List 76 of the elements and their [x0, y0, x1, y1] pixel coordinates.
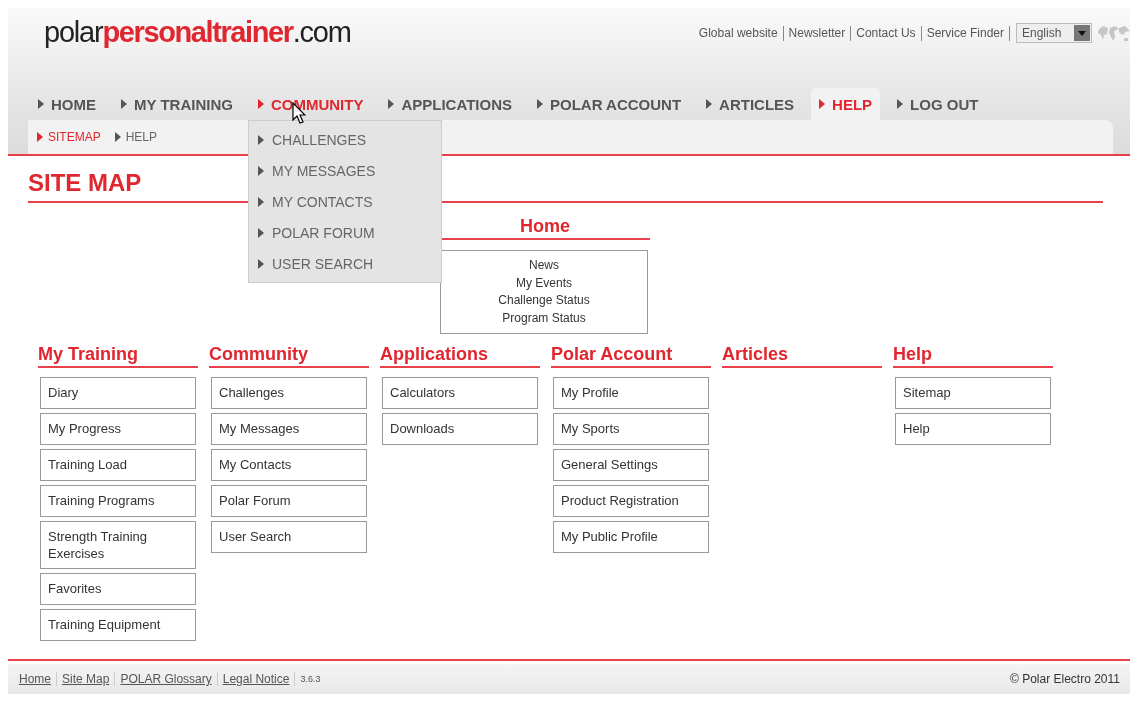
version-label: 3.6.3 — [299, 674, 321, 684]
header-link[interactable]: Global website — [693, 25, 784, 41]
nav-tab[interactable]: ARTICLES — [698, 88, 803, 120]
triangle-icon — [819, 99, 826, 109]
menu-item[interactable]: USER SEARCH — [249, 248, 441, 279]
language-select[interactable]: English — [1016, 23, 1092, 43]
sitemap-link[interactable]: Training Programs — [40, 485, 196, 517]
sitemap-link[interactable]: Sitemap — [895, 377, 1051, 409]
header-link[interactable]: Service Finder — [921, 25, 1010, 41]
sitemap-link[interactable]: Product Registration — [553, 485, 709, 517]
triangle-icon — [121, 99, 127, 109]
triangle-icon — [258, 165, 264, 176]
sitemap-link[interactable]: My Sports — [553, 413, 709, 445]
sitemap-link[interactable]: Downloads — [382, 413, 538, 445]
sitemap-link[interactable]: My Contacts — [211, 449, 367, 481]
triangle-icon — [258, 258, 264, 269]
triangle-icon — [258, 196, 264, 207]
triangle-icon — [38, 99, 44, 109]
sitemap-link[interactable]: Calculators — [382, 377, 538, 409]
sitemap-link[interactable]: Polar Forum — [211, 485, 367, 517]
nav-tab[interactable]: HELP — [811, 88, 881, 120]
sitemap-link[interactable]: My Events — [516, 274, 572, 292]
menu-item[interactable]: MY MESSAGES — [249, 155, 441, 186]
subnav-link[interactable]: HELP — [114, 130, 158, 144]
site-logo[interactable]: polarpersonaltrainer.com — [44, 16, 351, 49]
triangle-icon — [897, 99, 904, 109]
sitemap-link[interactable]: Program Status — [502, 309, 586, 327]
sitemap-link[interactable]: Diary — [40, 377, 196, 409]
nav-tab[interactable]: COMMUNITY — [249, 88, 372, 120]
nav-tab[interactable]: POLAR ACCOUNT — [528, 88, 690, 120]
sitemap-link[interactable]: News — [529, 257, 559, 275]
nav-tab[interactable]: LOG OUT — [889, 88, 987, 120]
section-heading[interactable]: Polar Account — [551, 344, 711, 368]
sitemap-link[interactable]: Strength Training Exercises — [40, 521, 196, 569]
triangle-icon — [114, 132, 121, 142]
menu-item[interactable]: MY CONTACTS — [249, 186, 441, 217]
section-heading[interactable]: My Training — [38, 344, 198, 368]
section-heading[interactable]: Home — [440, 216, 650, 240]
triangle-icon — [258, 134, 264, 145]
sitemap-link[interactable]: General Settings — [553, 449, 709, 481]
nav-tab[interactable]: APPLICATIONS — [380, 88, 520, 120]
section-heading[interactable]: Applications — [380, 344, 540, 368]
footer-link[interactable]: Site Map — [57, 672, 116, 686]
dropdown-arrow-icon — [1078, 30, 1086, 36]
sitemap-link[interactable]: My Public Profile — [553, 521, 709, 553]
sitemap-link[interactable]: Challenge Status — [498, 292, 590, 310]
sitemap-link[interactable]: Training Load — [40, 449, 196, 481]
copyright-text: © Polar Electro 2011 — [1010, 672, 1120, 686]
footer-link[interactable]: Legal Notice — [217, 672, 296, 686]
menu-item[interactable]: CHALLENGES — [249, 124, 441, 155]
world-map-icon — [1098, 25, 1130, 41]
triangle-icon — [37, 132, 43, 142]
triangle-icon — [257, 99, 264, 109]
sitemap-link[interactable]: My Profile — [553, 377, 709, 409]
triangle-icon — [706, 99, 713, 109]
sitemap-link[interactable]: User Search — [211, 521, 367, 553]
sitemap-link[interactable]: Help — [895, 413, 1051, 445]
menu-item[interactable]: POLAR FORUM — [249, 217, 441, 248]
footer-link[interactable]: POLAR Glossary — [115, 672, 218, 686]
section-heading[interactable]: Articles — [722, 344, 882, 368]
footer-link[interactable]: Home — [19, 672, 57, 686]
sitemap-link[interactable]: Challenges — [211, 377, 367, 409]
sitemap-link[interactable]: Training Equipment — [40, 609, 196, 641]
sitemap-link[interactable]: My Messages — [211, 413, 367, 445]
triangle-icon — [258, 227, 264, 238]
nav-tab[interactable]: HOME — [30, 88, 104, 120]
nav-tab[interactable]: MY TRAINING — [113, 88, 241, 120]
header-link[interactable]: Newsletter — [783, 25, 852, 41]
header-link[interactable]: Contact Us — [851, 25, 922, 41]
triangle-icon — [388, 99, 395, 109]
section-heading[interactable]: Help — [893, 344, 1053, 368]
triangle-icon — [536, 99, 543, 109]
section-heading[interactable]: Community — [209, 344, 369, 368]
sitemap-link[interactable]: Favorites — [40, 573, 196, 605]
sitemap-link[interactable]: My Progress — [40, 413, 196, 445]
subnav-link[interactable]: SITEMAP — [37, 130, 101, 144]
